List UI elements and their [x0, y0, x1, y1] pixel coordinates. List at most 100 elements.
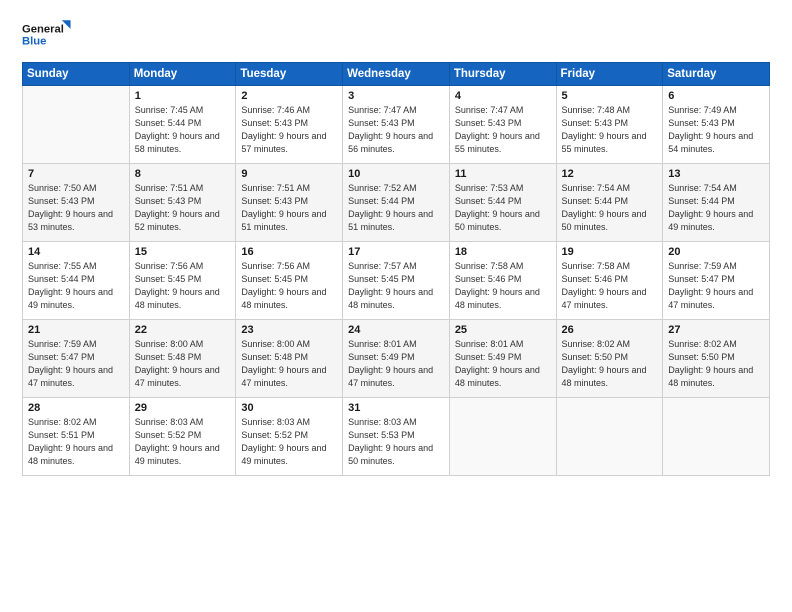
day-number: 22: [135, 324, 231, 336]
day-info: Sunrise: 7:50 AMSunset: 5:43 PMDaylight:…: [28, 182, 124, 234]
calendar-cell: 24 Sunrise: 8:01 AMSunset: 5:49 PMDayligh…: [343, 320, 450, 398]
calendar-cell: 28 Sunrise: 8:02 AMSunset: 5:51 PMDayligh…: [23, 398, 130, 476]
day-info: Sunrise: 8:03 AMSunset: 5:52 PMDaylight:…: [135, 416, 231, 468]
calendar-cell: 2 Sunrise: 7:46 AMSunset: 5:43 PMDaylight…: [236, 86, 343, 164]
day-number: 1: [135, 90, 231, 102]
day-number: 10: [348, 168, 444, 180]
day-number: 4: [455, 90, 551, 102]
col-tuesday: Tuesday: [236, 63, 343, 86]
day-info: Sunrise: 7:54 AMSunset: 5:44 PMDaylight:…: [668, 182, 764, 234]
day-number: 8: [135, 168, 231, 180]
day-number: 11: [455, 168, 551, 180]
calendar-cell: [556, 398, 663, 476]
calendar-cell: 30Sunrise: 8:03 AMSunset: 5:52 PMDayligh…: [236, 398, 343, 476]
calendar-week-row: 28 Sunrise: 8:02 AMSunset: 5:51 PMDayligh…: [23, 398, 770, 476]
day-info: Sunrise: 7:59 AMSunset: 5:47 PMDaylight:…: [668, 260, 764, 312]
day-number: 2: [241, 90, 337, 102]
calendar-cell: 31 Sunrise: 8:03 AMSunset: 5:53 PMDayligh…: [343, 398, 450, 476]
header: GeneralBlue: [22, 18, 770, 52]
day-info: Sunrise: 8:02 AMSunset: 5:50 PMDaylight:…: [562, 338, 658, 390]
calendar-cell: 3Sunrise: 7:47 AMSunset: 5:43 PMDaylight…: [343, 86, 450, 164]
day-number: 12: [562, 168, 658, 180]
calendar-cell: [449, 398, 556, 476]
svg-text:Blue: Blue: [22, 36, 46, 48]
calendar-cell: 5 Sunrise: 7:48 AMSunset: 5:43 PMDaylight…: [556, 86, 663, 164]
calendar-cell: 1 Sunrise: 7:45 AMSunset: 5:44 PMDaylight…: [129, 86, 236, 164]
day-info: Sunrise: 7:58 AMSunset: 5:46 PMDaylight:…: [455, 260, 551, 312]
calendar-cell: 20 Sunrise: 7:59 AMSunset: 5:47 PMDayligh…: [663, 242, 770, 320]
calendar-cell: 7 Sunrise: 7:50 AMSunset: 5:43 PMDaylight…: [23, 164, 130, 242]
calendar-cell: 9 Sunrise: 7:51 AMSunset: 5:43 PMDaylight…: [236, 164, 343, 242]
day-info: Sunrise: 8:03 AMSunset: 5:53 PMDaylight:…: [348, 416, 444, 468]
day-info: Sunrise: 7:53 AMSunset: 5:44 PMDaylight:…: [455, 182, 551, 234]
day-number: 9: [241, 168, 337, 180]
day-number: 26: [562, 324, 658, 336]
calendar-cell: 27Sunrise: 8:02 AMSunset: 5:50 PMDayligh…: [663, 320, 770, 398]
day-info: Sunrise: 7:52 AMSunset: 5:44 PMDaylight:…: [348, 182, 444, 234]
day-info: Sunrise: 7:48 AMSunset: 5:43 PMDaylight:…: [562, 104, 658, 156]
day-info: Sunrise: 7:59 AMSunset: 5:47 PMDaylight:…: [28, 338, 124, 390]
calendar-cell: 12 Sunrise: 7:54 AMSunset: 5:44 PMDayligh…: [556, 164, 663, 242]
day-number: 20: [668, 246, 764, 258]
calendar-table: Sunday Monday Tuesday Wednesday Thursday…: [22, 62, 770, 476]
day-info: Sunrise: 8:00 AMSunset: 5:48 PMDaylight:…: [241, 338, 337, 390]
day-number: 31: [348, 402, 444, 414]
calendar-week-row: 21 Sunrise: 7:59 AMSunset: 5:47 PMDayligh…: [23, 320, 770, 398]
day-number: 21: [28, 324, 124, 336]
col-friday: Friday: [556, 63, 663, 86]
col-thursday: Thursday: [449, 63, 556, 86]
svg-text:General: General: [22, 23, 64, 35]
day-number: 13: [668, 168, 764, 180]
day-info: Sunrise: 8:03 AMSunset: 5:52 PMDaylight:…: [241, 416, 337, 468]
col-sunday: Sunday: [23, 63, 130, 86]
day-info: Sunrise: 7:54 AMSunset: 5:44 PMDaylight:…: [562, 182, 658, 234]
calendar-cell: 29Sunrise: 8:03 AMSunset: 5:52 PMDayligh…: [129, 398, 236, 476]
calendar-cell: 25Sunrise: 8:01 AMSunset: 5:49 PMDayligh…: [449, 320, 556, 398]
col-saturday: Saturday: [663, 63, 770, 86]
calendar-week-row: 1 Sunrise: 7:45 AMSunset: 5:44 PMDaylight…: [23, 86, 770, 164]
day-info: Sunrise: 8:01 AMSunset: 5:49 PMDaylight:…: [348, 338, 444, 390]
day-info: Sunrise: 7:47 AMSunset: 5:43 PMDaylight:…: [455, 104, 551, 156]
calendar-cell: 13 Sunrise: 7:54 AMSunset: 5:44 PMDayligh…: [663, 164, 770, 242]
day-number: 6: [668, 90, 764, 102]
day-number: 3: [348, 90, 444, 102]
day-info: Sunrise: 7:51 AMSunset: 5:43 PMDaylight:…: [135, 182, 231, 234]
day-number: 24: [348, 324, 444, 336]
day-info: Sunrise: 7:56 AMSunset: 5:45 PMDaylight:…: [241, 260, 337, 312]
day-info: Sunrise: 7:51 AMSunset: 5:43 PMDaylight:…: [241, 182, 337, 234]
calendar-cell: 17 Sunrise: 7:57 AMSunset: 5:45 PMDayligh…: [343, 242, 450, 320]
calendar-cell: 15Sunrise: 7:56 AMSunset: 5:45 PMDayligh…: [129, 242, 236, 320]
calendar-page: GeneralBlue Sunday Monday Tuesday Wednes…: [0, 0, 792, 612]
day-info: Sunrise: 8:01 AMSunset: 5:49 PMDaylight:…: [455, 338, 551, 390]
day-info: Sunrise: 8:02 AMSunset: 5:51 PMDaylight:…: [28, 416, 124, 468]
day-number: 14: [28, 246, 124, 258]
day-info: Sunrise: 7:58 AMSunset: 5:46 PMDaylight:…: [562, 260, 658, 312]
day-number: 27: [668, 324, 764, 336]
day-number: 18: [455, 246, 551, 258]
calendar-cell: 21 Sunrise: 7:59 AMSunset: 5:47 PMDayligh…: [23, 320, 130, 398]
calendar-cell: 6 Sunrise: 7:49 AMSunset: 5:43 PMDaylight…: [663, 86, 770, 164]
day-number: 19: [562, 246, 658, 258]
day-number: 17: [348, 246, 444, 258]
day-number: 28: [28, 402, 124, 414]
calendar-cell: 16 Sunrise: 7:56 AMSunset: 5:45 PMDayligh…: [236, 242, 343, 320]
day-number: 23: [241, 324, 337, 336]
calendar-cell: 18 Sunrise: 7:58 AMSunset: 5:46 PMDayligh…: [449, 242, 556, 320]
day-info: Sunrise: 7:46 AMSunset: 5:43 PMDaylight:…: [241, 104, 337, 156]
day-info: Sunrise: 8:00 AMSunset: 5:48 PMDaylight:…: [135, 338, 231, 390]
calendar-cell: [663, 398, 770, 476]
day-info: Sunrise: 7:55 AMSunset: 5:44 PMDaylight:…: [28, 260, 124, 312]
col-monday: Monday: [129, 63, 236, 86]
day-info: Sunrise: 7:45 AMSunset: 5:44 PMDaylight:…: [135, 104, 231, 156]
calendar-week-row: 7 Sunrise: 7:50 AMSunset: 5:43 PMDaylight…: [23, 164, 770, 242]
day-number: 16: [241, 246, 337, 258]
calendar-cell: 19 Sunrise: 7:58 AMSunset: 5:46 PMDayligh…: [556, 242, 663, 320]
day-number: 7: [28, 168, 124, 180]
col-wednesday: Wednesday: [343, 63, 450, 86]
day-info: Sunrise: 7:49 AMSunset: 5:43 PMDaylight:…: [668, 104, 764, 156]
calendar-cell: 26 Sunrise: 8:02 AMSunset: 5:50 PMDayligh…: [556, 320, 663, 398]
day-info: Sunrise: 7:57 AMSunset: 5:45 PMDaylight:…: [348, 260, 444, 312]
day-number: 5: [562, 90, 658, 102]
header-row: Sunday Monday Tuesday Wednesday Thursday…: [23, 63, 770, 86]
calendar-cell: 11 Sunrise: 7:53 AMSunset: 5:44 PMDayligh…: [449, 164, 556, 242]
